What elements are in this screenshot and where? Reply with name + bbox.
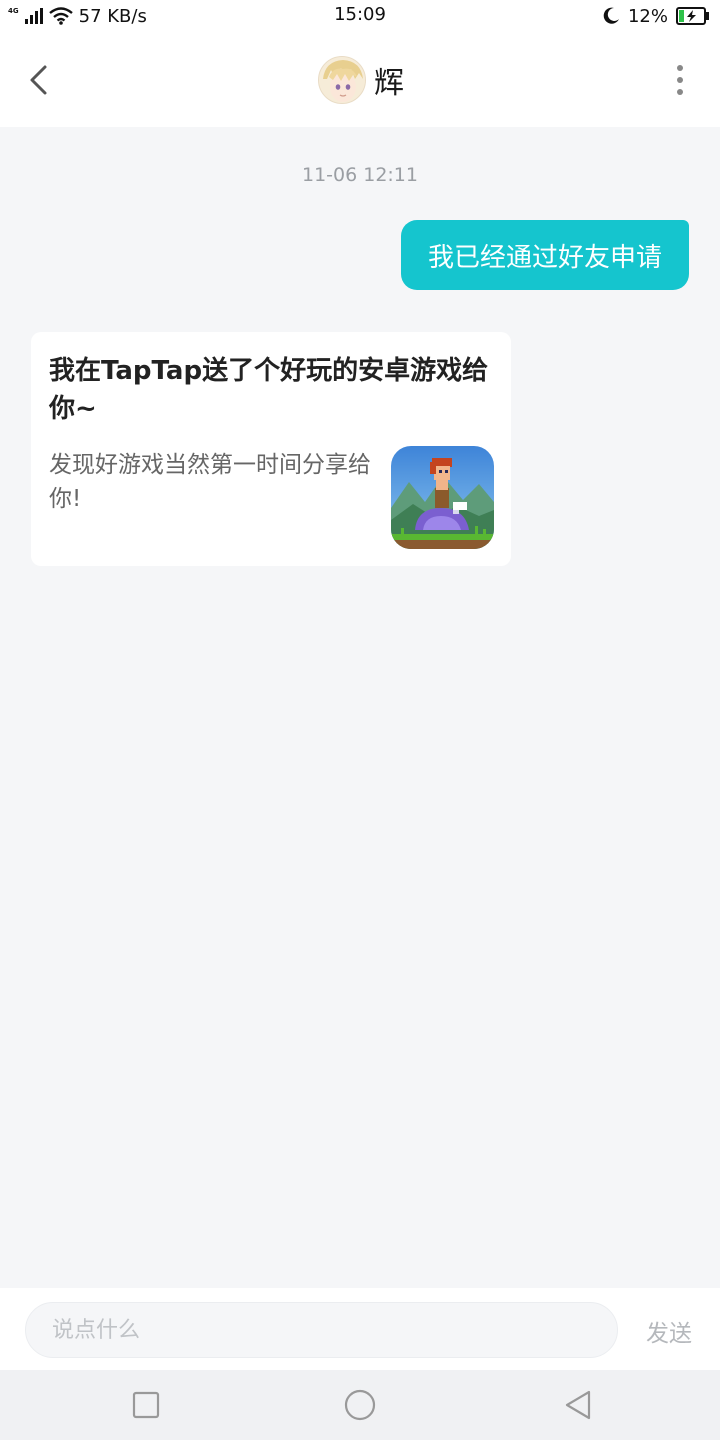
recent-apps-button[interactable] xyxy=(130,1389,162,1421)
outgoing-message-bubble[interactable]: 我已经通过好友申请 xyxy=(401,220,689,290)
status-bar: 4G 57 KB/s 15:09 12% xyxy=(0,0,720,32)
message-timestamp: 11-06 12:11 xyxy=(301,164,418,186)
avatar-portrait-icon xyxy=(319,57,365,103)
share-card-title: 我在TapTap送了个好玩的安卓游戏给你~ xyxy=(49,356,489,424)
more-options-button[interactable] xyxy=(674,62,686,98)
square-icon xyxy=(132,1391,160,1419)
home-button[interactable] xyxy=(344,1389,376,1421)
contact-name: 辉 xyxy=(374,66,404,101)
status-right: 12% xyxy=(602,4,710,28)
battery-charging-icon xyxy=(676,7,709,25)
triangle-back-icon xyxy=(565,1390,591,1420)
nav-back-button[interactable] xyxy=(562,1389,594,1421)
avatar[interactable] xyxy=(318,56,366,104)
chat-header: 辉 xyxy=(0,32,720,127)
contact-info[interactable]: 辉 xyxy=(318,54,404,106)
moon-icon xyxy=(603,7,619,24)
battery-percent: 12% xyxy=(627,5,668,27)
send-button[interactable]: 发送 xyxy=(646,1314,692,1348)
more-dot-icon xyxy=(677,65,683,71)
game-icon xyxy=(391,446,494,549)
share-card-description: 发现好游戏当然第一时间分享给你! xyxy=(49,452,371,512)
back-button[interactable] xyxy=(22,60,54,100)
chat-screen: 4G 57 KB/s 15:09 12% 辉 11-06 12:11 我已经通过… xyxy=(0,0,720,1440)
message-input-bar: 发送 xyxy=(0,1288,720,1370)
circle-icon xyxy=(344,1389,376,1421)
system-nav-bar xyxy=(0,1370,720,1440)
game-artwork-icon xyxy=(391,446,494,549)
chevron-left-icon xyxy=(30,65,47,95)
more-dot-icon xyxy=(677,89,683,95)
message-input[interactable] xyxy=(25,1302,618,1358)
more-dot-icon xyxy=(677,77,683,83)
game-share-card[interactable]: 我在TapTap送了个好玩的安卓游戏给你~ 发现好游戏当然第一时间分享给你! xyxy=(31,332,511,566)
